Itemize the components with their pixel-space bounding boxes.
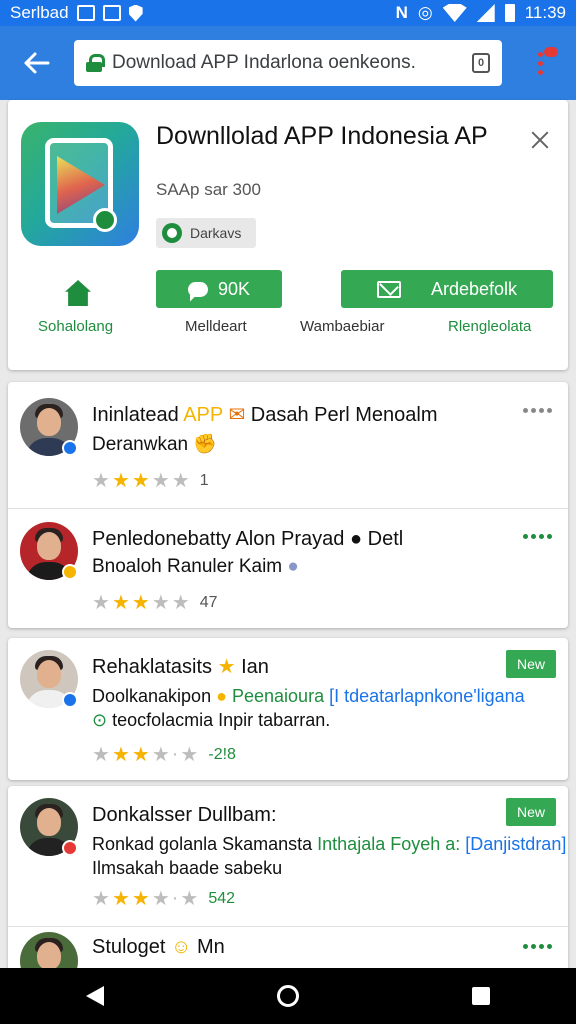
new-badge: New bbox=[506, 798, 556, 826]
rating-count: 47 bbox=[199, 593, 218, 611]
rating-count: 1 bbox=[199, 471, 209, 489]
lock-icon bbox=[86, 54, 105, 72]
nav-recents-icon[interactable] bbox=[471, 987, 490, 1005]
home-icon[interactable] bbox=[65, 280, 91, 306]
star-rating: ★ ★ ★ ★ · ★ 542 bbox=[92, 887, 236, 910]
divider bbox=[8, 508, 568, 509]
close-icon[interactable] bbox=[528, 128, 552, 152]
system-nav-bar bbox=[0, 968, 576, 1024]
carrier-label: Serlbad bbox=[10, 3, 69, 22]
divider bbox=[8, 926, 568, 927]
review-text: Doolkanakipon ● Peenaioura [I tdeatarlap… bbox=[92, 686, 525, 706]
primary-action-button[interactable]: Ardebefolk bbox=[341, 270, 553, 308]
notification-badge bbox=[544, 47, 558, 57]
star-rating: ★ ★ ★ ★ ★ 1 bbox=[92, 470, 209, 492]
image-notification-icon bbox=[76, 5, 95, 21]
more-options-icon[interactable] bbox=[523, 408, 552, 413]
signal-icon bbox=[476, 4, 495, 22]
review-card-3: Rehaklatasits ★ Ian New Doolkanakipon ● … bbox=[8, 638, 568, 780]
person-emoji-icon: ● bbox=[349, 528, 363, 550]
mail-icon bbox=[376, 280, 401, 298]
tabs-icon[interactable]: 0 bbox=[472, 53, 490, 73]
review-text-line-2: ⊙ teocfolacmia Inpir tabarran. bbox=[92, 710, 331, 730]
back-arrow-icon[interactable] bbox=[14, 41, 58, 85]
review-card-4: Donkalsser Dullbam: New Ronkad golanla S… bbox=[8, 786, 568, 990]
app-subtitle: SAAp sar 300 bbox=[156, 180, 261, 199]
sync-icon: ◎ bbox=[417, 3, 433, 22]
action-label-2[interactable]: Melldeart bbox=[185, 318, 247, 335]
nav-home-icon[interactable] bbox=[276, 985, 299, 1007]
review-text: Bnoaloh Ranuler Kaim ● bbox=[92, 556, 299, 577]
badge-icon bbox=[62, 840, 78, 856]
rating-count: 542 bbox=[208, 889, 236, 907]
app-icon bbox=[21, 122, 139, 246]
chat-icon bbox=[187, 281, 208, 297]
clock: 11:39 bbox=[524, 3, 566, 22]
photo-notification-icon bbox=[102, 5, 121, 21]
battery-icon bbox=[504, 4, 515, 22]
review-author: Penledonebatty Alon Prayad ● Detl bbox=[92, 528, 404, 550]
nfc-icon: N bbox=[395, 3, 408, 22]
review-text-line-2: Ilmsakah baade sabeku bbox=[92, 858, 283, 878]
chip-icon bbox=[162, 223, 182, 243]
app-header-card: Downllolad APP Indonesia AP SAAp sar 300… bbox=[8, 100, 568, 370]
overflow-menu-icon[interactable] bbox=[530, 43, 558, 83]
verified-badge-icon bbox=[62, 440, 78, 456]
browser-toolbar: Download APP Indarlona oenkeons. 0 bbox=[0, 26, 576, 100]
status-bar: Serlbad N ◎ 11:39 bbox=[0, 0, 576, 26]
verified-badge-icon bbox=[62, 692, 78, 708]
badge-icon bbox=[62, 564, 78, 580]
shield-icon bbox=[128, 4, 143, 22]
reviews-card-1: Ininlatead APP ✉ Dasah Perl Menoalm Dera… bbox=[8, 382, 568, 628]
action-label-4[interactable]: Rlengleolata bbox=[448, 318, 531, 335]
wifi-icon bbox=[442, 4, 467, 22]
action-label-3[interactable]: Wambaebiar bbox=[300, 318, 384, 335]
primary-action-label: Ardebefolk bbox=[430, 278, 518, 299]
category-chip[interactable]: Darkavs bbox=[156, 218, 256, 248]
more-options-icon[interactable] bbox=[523, 534, 552, 539]
url-text[interactable]: Download APP Indarlona oenkeons. bbox=[112, 52, 472, 74]
review-text: Ronkad golanla Skamansta Inthajala Foyeh… bbox=[92, 834, 567, 854]
comment-button-label: 90K bbox=[217, 278, 251, 299]
chip-label: Darkavs bbox=[190, 225, 242, 241]
comment-button[interactable]: 90K bbox=[156, 270, 282, 308]
more-options-icon[interactable] bbox=[523, 944, 552, 949]
envelope-emoji-icon: ✉ bbox=[228, 404, 246, 426]
new-badge: New bbox=[506, 650, 556, 678]
star-rating: ★ ★ ★ ★ · ★ -2!8 bbox=[92, 743, 236, 766]
nav-back-icon[interactable] bbox=[86, 986, 105, 1006]
review-author: Ininlatead APP ✉ Dasah Perl Menoalm bbox=[92, 404, 438, 426]
review-text: Deranwkan ✊ bbox=[92, 434, 218, 455]
rating-count: -2!8 bbox=[208, 745, 236, 763]
app-title: Downllolad APP Indonesia AP bbox=[156, 122, 488, 150]
review-author: Donkalsser Dullbam: bbox=[92, 804, 277, 826]
star-rating: ★ ★ ★ ★ ★ 47 bbox=[92, 592, 218, 614]
review-author: Stuloget ☺ Mn bbox=[92, 936, 225, 958]
review-author: Rehaklatasits ★ Ian bbox=[92, 656, 269, 678]
action-label-1[interactable]: Sohalolang bbox=[38, 318, 113, 335]
url-bar[interactable]: Download APP Indarlona oenkeons. 0 bbox=[74, 40, 502, 86]
